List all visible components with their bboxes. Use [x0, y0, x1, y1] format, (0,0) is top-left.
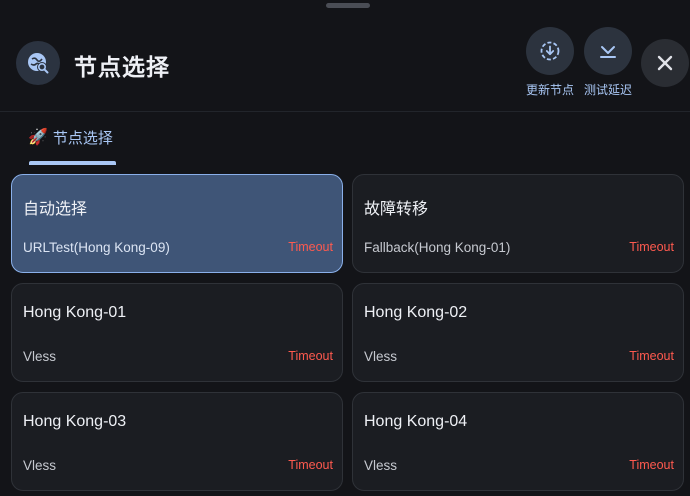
node-card[interactable]: 自动选择 URLTest(Hong Kong-09) Timeout — [11, 174, 343, 273]
node-name: 故障转移 — [364, 201, 429, 218]
node-delay: Timeout — [288, 349, 333, 363]
close-button[interactable] — [641, 39, 689, 87]
tab-indicator — [29, 161, 116, 165]
tab-label: 节点选择 — [52, 129, 113, 147]
test-latency-button[interactable]: 测试延迟 — [578, 27, 638, 99]
tab-node-selection[interactable]: 🚀 节点选择 — [28, 122, 116, 166]
node-selection-sheet: 节点选择 更新节点 测试延迟 🚀 节点选择 自动选择 URLTest(Hong … — [0, 0, 690, 496]
node-delay: Timeout — [288, 240, 333, 254]
node-name: Hong Kong-01 — [23, 304, 127, 321]
node-type: Vless — [364, 349, 398, 364]
node-type: Vless — [23, 349, 57, 364]
node-card[interactable]: Hong Kong-03 Vless Timeout — [11, 392, 343, 491]
node-card[interactable]: Hong Kong-01 Vless Timeout — [11, 283, 343, 382]
node-type: URLTest(Hong Kong-09) — [23, 240, 170, 255]
latency-test-icon — [584, 27, 632, 75]
header-divider — [0, 111, 690, 112]
page-title: 节点选择 — [74, 54, 170, 80]
node-delay: Timeout — [629, 240, 674, 254]
node-delay: Timeout — [629, 458, 674, 472]
node-card[interactable]: Hong Kong-02 Vless Timeout — [352, 283, 684, 382]
test-latency-label: 测试延迟 — [583, 83, 632, 97]
node-name: Hong Kong-04 — [364, 413, 468, 430]
node-type: Vless — [364, 458, 398, 473]
close-icon — [657, 55, 673, 71]
node-card[interactable]: 故障转移 Fallback(Hong Kong-01) Timeout — [352, 174, 684, 273]
globe-search-icon — [16, 41, 60, 85]
update-nodes-label: 更新节点 — [525, 83, 574, 97]
rocket-icon: 🚀 — [28, 129, 48, 146]
node-delay: Timeout — [288, 458, 333, 472]
node-card[interactable]: Hong Kong-04 Vless Timeout — [352, 392, 684, 491]
download-circle-icon — [526, 27, 574, 75]
node-name: Hong Kong-03 — [23, 413, 127, 430]
node-name: Hong Kong-02 — [364, 304, 468, 321]
node-delay: Timeout — [629, 349, 674, 363]
update-nodes-button[interactable]: 更新节点 — [520, 27, 580, 99]
node-type: Fallback(Hong Kong-01) — [364, 240, 511, 255]
header: 节点选择 更新节点 测试延迟 — [0, 0, 690, 112]
node-name: 自动选择 — [23, 201, 88, 218]
node-type: Vless — [23, 458, 57, 473]
